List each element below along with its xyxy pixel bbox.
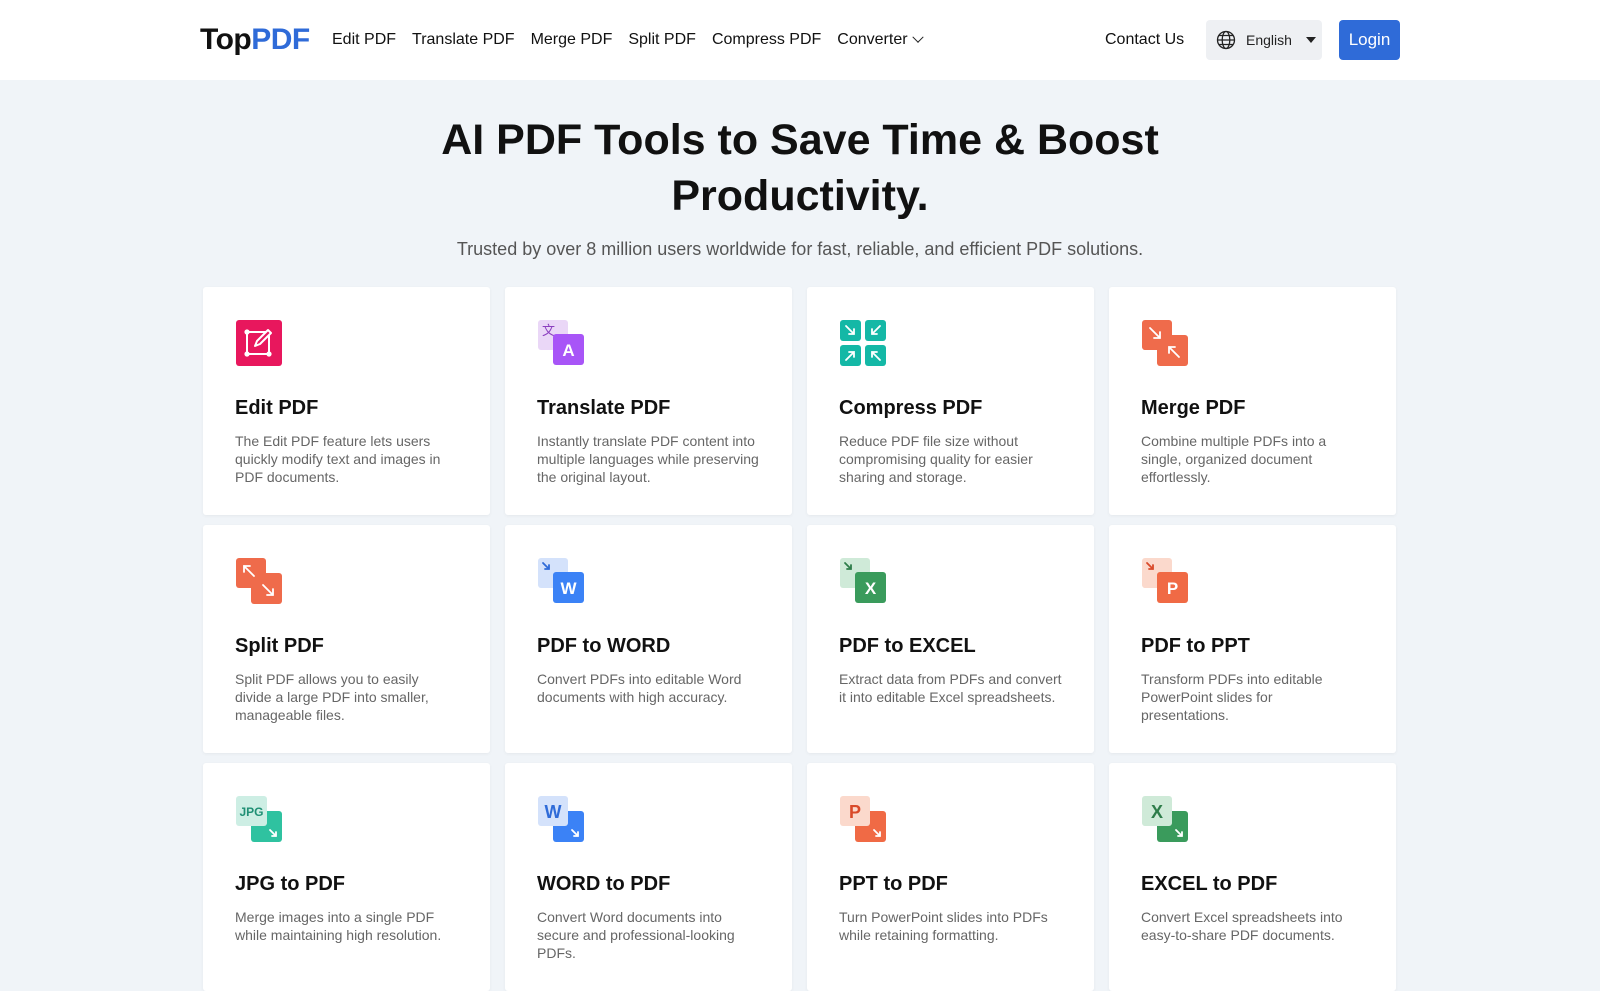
translate-icon: 文 A — [538, 320, 584, 365]
excel-to-pdf-icon: X — [1142, 796, 1188, 842]
tool-description: Convert Excel spreadsheets into easy-to-… — [1141, 909, 1343, 943]
excel-glyph: X — [865, 579, 877, 598]
jpg-to-pdf-icon: JPG — [236, 796, 282, 842]
jpg-glyph: JPG — [239, 805, 263, 819]
tool-title: JPG to PDF — [235, 873, 346, 895]
tool-title: EXCEL to PDF — [1141, 873, 1278, 895]
word-glyph: W — [560, 579, 577, 598]
main-nav: Edit PDF Translate PDF Merge PDF Split P… — [332, 28, 938, 52]
compress-icon — [840, 320, 886, 366]
merge-icon — [1142, 320, 1188, 366]
tool-description: Split PDF allows you to easily divide a … — [235, 671, 429, 723]
site-header: TopPDF Edit PDF Translate PDF Merge PDF … — [0, 0, 1600, 80]
login-button[interactable]: Login — [1339, 20, 1400, 60]
nav-converter[interactable]: Converter — [837, 28, 924, 52]
caret-down-icon — [1305, 37, 1316, 43]
excel-glyph: X — [1151, 802, 1163, 822]
ppt-glyph: P — [1167, 579, 1178, 598]
word-to-pdf-icon: W — [538, 796, 584, 842]
edit-icon — [236, 320, 282, 366]
nav-converter-label: Converter — [837, 31, 908, 48]
hero-subtitle: Trusted by over 8 million users worldwid… — [456, 239, 1144, 259]
ppt-to-pdf-icon: P — [840, 796, 886, 842]
tool-title: PDF to WORD — [537, 635, 671, 657]
tool-title: Compress PDF — [839, 397, 983, 419]
nav-split-pdf[interactable]: Split PDF — [628, 28, 696, 52]
pdf-to-ppt-icon: P — [1142, 558, 1188, 603]
tool-card-jpg-to-pdf[interactable]: JPG JPG to PDF Merge images into a singl… — [203, 763, 490, 991]
tool-description: Extract data from PDFs and convert it in… — [839, 671, 1062, 705]
tool-description: Convert PDFs into editable Word document… — [537, 671, 742, 705]
tool-description: Turn PowerPoint slides into PDFs while r… — [839, 909, 1048, 943]
tool-description: Convert Word documents into secure and p… — [537, 909, 735, 961]
pdf-to-excel-icon: X — [840, 558, 886, 603]
tool-title: PDF to PPT — [1141, 635, 1250, 657]
tool-description: Combine multiple PDFs into a single, org… — [1141, 433, 1327, 485]
translate-front-glyph: A — [562, 341, 574, 360]
globe-icon — [1216, 30, 1236, 50]
tool-card-split-pdf[interactable]: Split PDF Split PDF allows you to easily… — [203, 525, 490, 753]
hero-title: AI PDF Tools to Save Time & Boost Produc… — [441, 116, 1159, 220]
language-label: English — [1246, 32, 1292, 48]
tool-title: Translate PDF — [537, 397, 671, 419]
tool-card-compress-pdf[interactable]: Compress PDF Reduce PDF file size withou… — [807, 287, 1094, 515]
tools-grid: Edit PDF The Edit PDF feature lets users… — [203, 287, 1398, 991]
tool-card-pdf-to-excel[interactable]: X PDF to EXCEL Extract data from PDFs an… — [807, 525, 1094, 753]
ppt-glyph: P — [849, 802, 861, 822]
tool-description: Instantly translate PDF content into mul… — [537, 433, 759, 485]
nav-compress-pdf[interactable]: Compress PDF — [712, 28, 821, 52]
tool-card-excel-to-pdf[interactable]: X EXCEL to PDF Convert Excel spreadsheet… — [1109, 763, 1396, 991]
contact-us-link[interactable]: Contact Us — [1105, 28, 1184, 52]
logo-top: Top — [200, 23, 252, 56]
split-icon — [236, 558, 282, 604]
tool-title: PDF to EXCEL — [839, 635, 976, 657]
tool-card-pdf-to-word[interactable]: W PDF to WORD Convert PDFs into editable… — [505, 525, 792, 753]
nav-merge-pdf[interactable]: Merge PDF — [531, 28, 613, 52]
chevron-down-icon — [911, 31, 924, 43]
pdf-to-word-icon: W — [538, 558, 584, 603]
tool-title: WORD to PDF — [537, 873, 671, 895]
tool-title: Merge PDF — [1141, 397, 1246, 419]
tool-card-word-to-pdf[interactable]: W WORD to PDF Convert Word documents int… — [505, 763, 792, 991]
tool-card-edit-pdf[interactable]: Edit PDF The Edit PDF feature lets users… — [203, 287, 490, 515]
tool-description: Transform PDFs into editable PowerPoint … — [1141, 671, 1323, 723]
tool-description: The Edit PDF feature lets users quickly … — [235, 433, 441, 485]
tool-title: PPT to PDF — [839, 873, 948, 895]
logo-pdf: PDF — [251, 23, 310, 56]
tool-title: Edit PDF — [235, 397, 319, 419]
language-selector[interactable]: English — [1206, 20, 1322, 60]
tool-description: Reduce PDF file size without compromisin… — [839, 433, 1033, 485]
tool-description: Merge images into a single PDF while mai… — [235, 909, 442, 943]
tool-card-ppt-to-pdf[interactable]: P PPT to PDF Turn PowerPoint slides into… — [807, 763, 1094, 991]
tool-card-merge-pdf[interactable]: Merge PDF Combine multiple PDFs into a s… — [1109, 287, 1396, 515]
tool-title: Split PDF — [235, 635, 324, 657]
logo[interactable]: TopPDF — [200, 20, 310, 60]
tool-card-translate-pdf[interactable]: 文 A Translate PDF Instantly translate PD… — [505, 287, 792, 515]
nav-translate-pdf[interactable]: Translate PDF — [412, 28, 515, 52]
tool-card-pdf-to-ppt[interactable]: P PDF to PPT Transform PDFs into editabl… — [1109, 525, 1396, 753]
word-glyph: W — [545, 802, 562, 822]
nav-edit-pdf[interactable]: Edit PDF — [332, 28, 396, 52]
